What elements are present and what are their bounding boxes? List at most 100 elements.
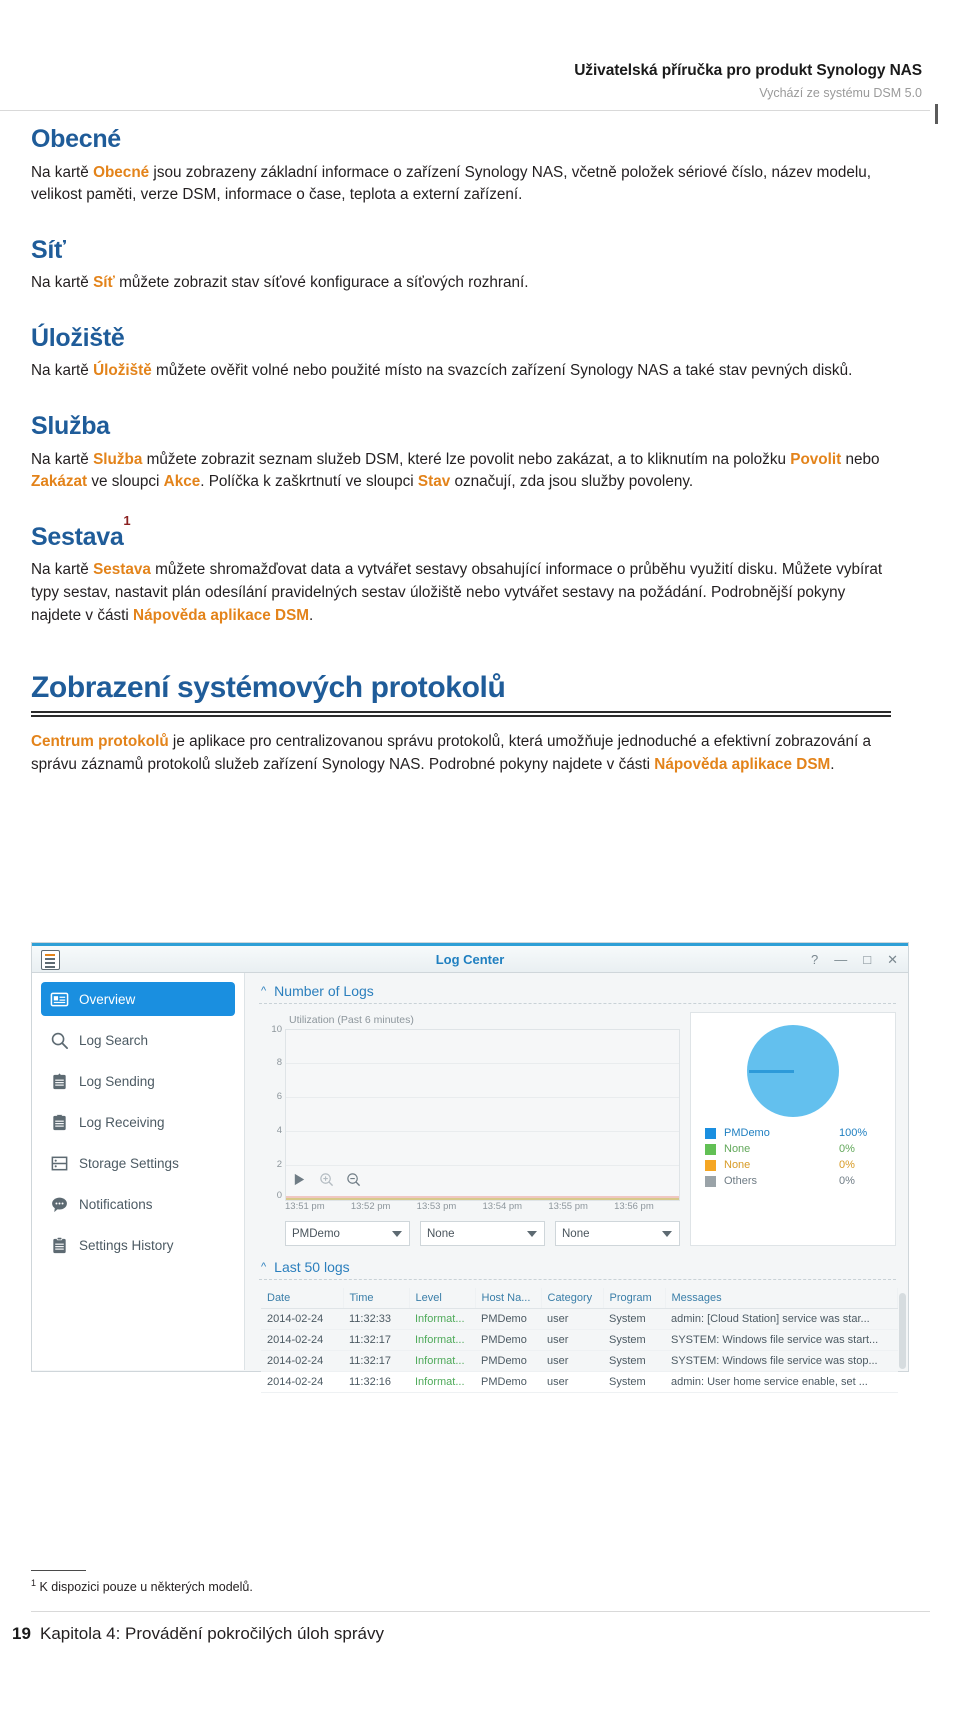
cell-level: Informat...: [409, 1308, 475, 1330]
sidebar-item-label: Settings History: [79, 1237, 174, 1253]
storage-settings-icon: [50, 1154, 69, 1173]
pie-chart: [747, 1025, 839, 1117]
search-icon: [50, 1031, 69, 1050]
section-paragraph: Na kartě Úložiště můžete ověřit volné ne…: [31, 360, 891, 383]
cell-date: 2014-02-24: [261, 1308, 343, 1330]
x-tick: 13:55 pm: [548, 1201, 588, 1212]
sidebar-item-label: Storage Settings: [79, 1155, 179, 1171]
table-row[interactable]: 2014-02-24 11:32:16 Informat... PMDemo u…: [261, 1371, 898, 1393]
log-receiving-icon: [50, 1113, 69, 1132]
text-run: označují, zda jsou služby povoleny.: [450, 473, 694, 491]
column-level[interactable]: Level: [409, 1288, 476, 1309]
chevron-down-icon: [527, 1231, 537, 1237]
column-program[interactable]: Program: [603, 1288, 666, 1309]
chapter-block: Zobrazení systémových protokolů Centrum …: [31, 671, 891, 776]
column-date[interactable]: Date: [261, 1288, 344, 1309]
section-divider: [259, 1279, 896, 1280]
cell-level: Informat...: [409, 1329, 475, 1351]
chevron-down-icon: [662, 1231, 672, 1237]
footnote-text: K dispozici pouze u některých modelů.: [36, 1580, 253, 1595]
highlight-term: Centrum protokolů: [31, 733, 169, 751]
third-select[interactable]: None: [555, 1221, 680, 1246]
section-heading: Služba: [31, 412, 110, 440]
chevron-down-icon: [392, 1231, 402, 1237]
legend-value: 0%: [839, 1143, 855, 1155]
distribution-pie-panel: PMDemo 100% None 0% None 0% Others 0%: [690, 1012, 896, 1246]
column-messages[interactable]: Messages: [665, 1288, 898, 1309]
minimize-icon[interactable]: —: [834, 951, 847, 969]
sidebar-item-log-receiving[interactable]: Log Receiving: [41, 1105, 235, 1139]
close-icon[interactable]: ✕: [887, 951, 898, 969]
section-uloziste: Úložiště Na kartě Úložiště můžete ověřit…: [31, 324, 891, 383]
gridline: [286, 1097, 679, 1098]
vertical-scrollbar[interactable]: [899, 1293, 906, 1369]
chart-baseline: [286, 1198, 679, 1200]
legend-label: PMDemo: [724, 1127, 770, 1139]
document-header: Uživatelská příručka pro produkt Synolog…: [574, 62, 922, 100]
zoom-in-icon[interactable]: [319, 1172, 334, 1192]
sidebar-item-log-search[interactable]: Log Search: [41, 1023, 235, 1057]
cell-category: user: [541, 1350, 603, 1372]
page-edge-marker: [935, 104, 938, 124]
highlight-term: Zakázat: [31, 473, 88, 491]
cell-message: admin: [Cloud Station] service was star.…: [665, 1308, 898, 1330]
sidebar-item-overview[interactable]: Overview: [41, 982, 235, 1016]
chevron-up-icon: ^: [261, 985, 267, 997]
play-icon[interactable]: [292, 1172, 307, 1192]
second-select[interactable]: None: [420, 1221, 545, 1246]
section-obecne: Obecné Na kartě Obecné jsou zobrazeny zá…: [31, 125, 891, 207]
document-content: Obecné Na kartě Obecné jsou zobrazeny zá…: [31, 125, 891, 778]
section-heading: Obecné: [31, 125, 121, 153]
maximize-icon[interactable]: □: [863, 951, 871, 969]
text-run: jsou zobrazeny základní informace o zaří…: [31, 163, 872, 204]
section-sestava: Sestava1 Na kartě Sestava můžete shromaž…: [31, 513, 891, 627]
y-tick: 0: [276, 1190, 282, 1201]
column-hostname[interactable]: Host Na...: [475, 1288, 542, 1309]
cell-category: user: [541, 1371, 603, 1393]
sidebar-item-log-sending[interactable]: Log Sending: [41, 1064, 235, 1098]
gridline: [286, 1063, 679, 1064]
help-icon[interactable]: ?: [811, 951, 818, 969]
text-run: Na kartě: [31, 450, 94, 468]
sidebar-item-settings-history[interactable]: Settings History: [41, 1228, 235, 1262]
table-row[interactable]: 2014-02-24 11:32:17 Informat... PMDemo u…: [261, 1350, 898, 1372]
second-select-value: None: [427, 1227, 455, 1240]
column-category[interactable]: Category: [541, 1288, 604, 1309]
legend-item: None 0%: [705, 1159, 881, 1171]
cell-time: 11:32:17: [343, 1350, 409, 1372]
number-of-logs-title: Number of Logs: [274, 983, 374, 999]
sidebar-item-label: Log Receiving: [79, 1114, 165, 1130]
cell-date: 2014-02-24: [261, 1371, 343, 1393]
sidebar-item-storage-settings[interactable]: Storage Settings: [41, 1146, 235, 1180]
highlight-term: Obecné: [93, 163, 150, 181]
utilization-chart: Utilization (Past 6 minutes) 10 8 6 4 2 …: [259, 1012, 680, 1246]
legend-swatch: [705, 1127, 716, 1139]
chart-controls: [292, 1172, 361, 1192]
text-run: můžete ověřit volné nebo použité místo n…: [151, 362, 853, 380]
cell-category: user: [541, 1329, 603, 1351]
notifications-icon: [50, 1195, 69, 1214]
chart-filters: PMDemo None None: [285, 1221, 680, 1246]
table-row[interactable]: 2014-02-24 11:32:17 Informat... PMDemo u…: [261, 1329, 898, 1351]
table-row[interactable]: 2014-02-24 11:32:33 Informat... PMDemo u…: [261, 1308, 898, 1330]
x-tick: 13:52 pm: [350, 1201, 391, 1212]
y-tick: 2: [276, 1159, 282, 1170]
cell-hostname: PMDemo: [475, 1329, 541, 1351]
cell-level: Informat...: [409, 1371, 475, 1393]
last-logs-header[interactable]: ^ Last 50 logs: [261, 1259, 896, 1275]
legend-label: None: [724, 1159, 751, 1171]
zoom-out-icon[interactable]: [346, 1172, 361, 1192]
cell-category: user: [541, 1308, 603, 1330]
number-of-logs-header[interactable]: ^ Number of Logs: [261, 983, 896, 999]
section-paragraph: Na kartě Síť můžete zobrazit stav síťové…: [31, 272, 891, 295]
section-sit: Síť Na kartě Síť můžete zobrazit stav sí…: [31, 236, 891, 295]
y-tick: 6: [276, 1091, 282, 1102]
text-run: můžete zobrazit stav síťové konfigurace …: [114, 274, 529, 292]
cell-hostname: PMDemo: [475, 1371, 541, 1393]
sidebar-item-notifications[interactable]: Notifications: [41, 1187, 235, 1221]
host-select[interactable]: PMDemo: [285, 1221, 410, 1246]
legend-swatch: [705, 1159, 716, 1171]
window-titlebar: Log Center ? — □ ✕: [32, 943, 908, 973]
cell-time: 11:32:16: [343, 1371, 409, 1393]
column-time[interactable]: Time: [343, 1288, 410, 1309]
